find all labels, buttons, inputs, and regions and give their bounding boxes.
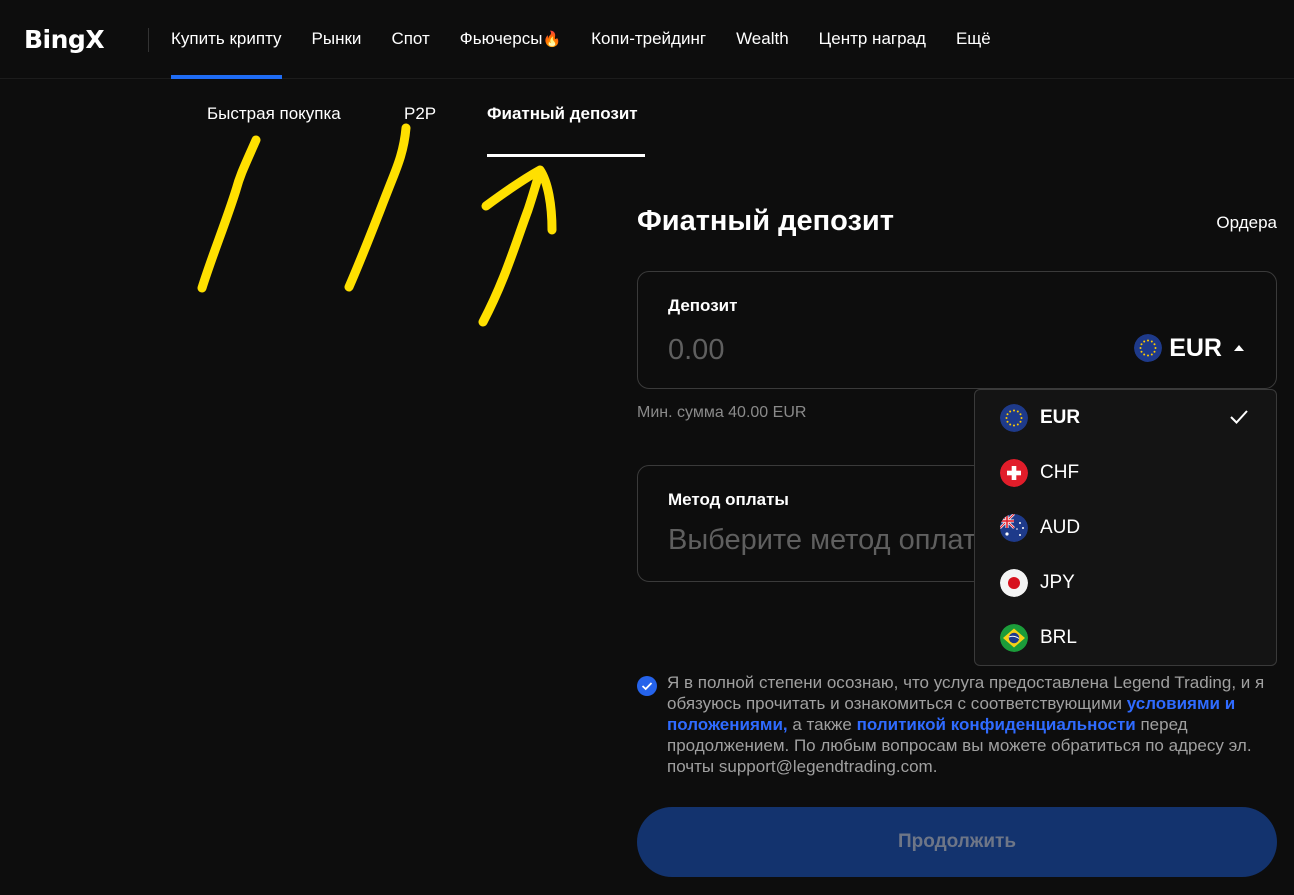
checkmark-icon <box>641 682 653 691</box>
currency-dropdown: EUR CHF AUD JPY BRL <box>974 389 1277 666</box>
logo-divider <box>148 28 149 52</box>
tab-p2p[interactable]: P2P <box>404 104 436 124</box>
nav-more[interactable]: Ещё <box>956 0 991 79</box>
agreement-text-middle: а также <box>787 715 857 734</box>
main-nav: Купить крипту Рынки Спот Фьючерсы🔥 Копи-… <box>171 0 1021 79</box>
check-icon <box>1230 410 1248 424</box>
currency-selector[interactable]: EUR <box>1134 332 1244 364</box>
nav-rewards-center[interactable]: Центр наград <box>819 0 926 79</box>
currency-option-label: EUR <box>1040 406 1081 428</box>
continue-button[interactable]: Продолжить <box>637 807 1277 877</box>
payment-method-placeholder: Выберите метод оплаты <box>668 524 997 556</box>
nav-copy-trading[interactable]: Копи-трейдинг <box>591 0 706 79</box>
active-tab-underline <box>487 154 645 157</box>
annotation-stroke-quick-buy <box>197 135 261 293</box>
currency-option-brl[interactable]: BRL <box>975 610 1276 665</box>
fire-icon: 🔥 <box>542 31 562 48</box>
nav-markets[interactable]: Рынки <box>312 0 362 79</box>
deposit-label: Депозит <box>668 296 738 315</box>
nav-futures[interactable]: Фьючерсы🔥 <box>460 0 561 79</box>
tab-fiat-deposit[interactable]: Фиатный депозит <box>487 104 638 124</box>
currency-option-eur[interactable]: EUR <box>975 390 1276 445</box>
jp-flag-icon <box>1000 568 1028 597</box>
ch-flag-icon <box>1000 458 1028 487</box>
caret-up-icon <box>1234 345 1244 351</box>
orders-link[interactable]: Ордера <box>1216 213 1277 233</box>
currency-option-label: JPY <box>1040 571 1075 593</box>
deposit-amount-input[interactable] <box>668 330 1068 370</box>
currency-option-label: AUD <box>1040 516 1081 538</box>
payment-method-label: Метод оплаты <box>668 490 789 509</box>
currency-option-jpy[interactable]: JPY <box>975 555 1276 610</box>
annotation-stroke-p2p <box>344 123 411 292</box>
agreement-text: Я в полной степени осознаю, что услуга п… <box>667 672 1279 777</box>
annotation-arrow-fiat-deposit <box>478 165 557 327</box>
tab-quick-buy[interactable]: Быстрая покупка <box>207 104 341 124</box>
au-flag-icon <box>1000 513 1028 542</box>
deposit-card: Депозит EUR <box>637 271 1277 389</box>
selected-currency-code: EUR <box>1169 333 1222 362</box>
nav-wealth[interactable]: Wealth <box>736 0 789 79</box>
nav-futures-label: Фьючерсы <box>459 29 543 48</box>
currency-option-label: CHF <box>1040 461 1080 483</box>
privacy-policy-link[interactable]: политикой конфиденциальности <box>857 715 1136 734</box>
br-flag-icon <box>1000 623 1028 652</box>
nav-spot[interactable]: Спот <box>391 0 429 79</box>
bingx-logo[interactable]: BingX <box>24 25 105 55</box>
top-navbar: BingX Купить крипту Рынки Спот Фьючерсы🔥… <box>0 0 1294 79</box>
eu-flag-icon <box>1134 334 1163 362</box>
nav-buy-crypto[interactable]: Купить крипту <box>171 0 282 79</box>
currency-option-label: BRL <box>1040 626 1077 648</box>
eu-flag-icon <box>1000 403 1028 432</box>
agreement-checkbox[interactable] <box>637 676 657 696</box>
min-amount-note: Мин. сумма 40.00 EUR <box>637 404 807 421</box>
currency-option-aud[interactable]: AUD <box>975 500 1276 555</box>
page-title: Фиатный депозит <box>637 205 894 237</box>
currency-option-chf[interactable]: CHF <box>975 445 1276 500</box>
